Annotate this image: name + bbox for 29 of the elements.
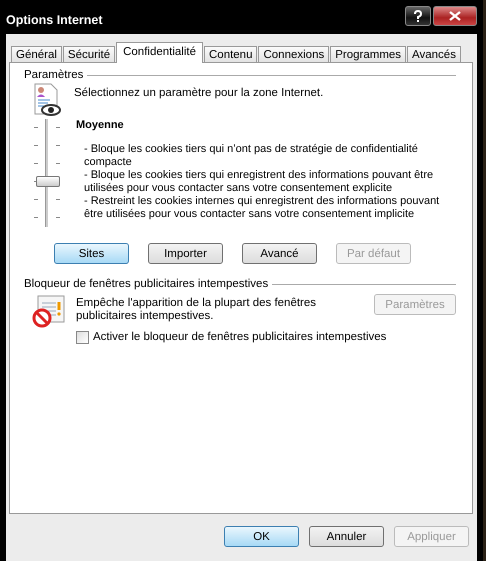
- tab[interactable]: Sécurité: [62, 46, 116, 63]
- group-title: Bloqueur de fenêtres publicitaires intempestives: [24, 278, 268, 290]
- dialog-button[interactable]: Avancé: [242, 243, 317, 264]
- instruction-text: Sélectionnez un paramètre pour la zone Internet.: [74, 86, 324, 100]
- help-icon[interactable]: [405, 6, 431, 26]
- popup-description: Empêche l'apparition de la plupart des fenêtres publicitaires intempestives.: [76, 297, 316, 323]
- level-name: Moyenne: [76, 119, 125, 131]
- level-description: - Bloque les cookies tiers qui n’ont pas de stratégie de confidentialité compacte: [83, 143, 419, 169]
- checkbox[interactable]: [76, 331, 89, 344]
- tab[interactable]: Connexions: [258, 46, 330, 63]
- slider-thumb[interactable]: [36, 176, 60, 187]
- tab[interactable]: Confidentialité: [116, 42, 203, 63]
- tab[interactable]: Programmes: [330, 46, 406, 63]
- privacy-document-icon: [32, 83, 62, 117]
- level-description: - Restreint les cookies internes qui enregistrent des informations pouvant être utilisées pour vous contacter sans votre consentement implicite: [83, 195, 440, 221]
- dialog-button[interactable]: Annuler: [309, 526, 384, 547]
- tab[interactable]: Contenu: [204, 46, 258, 63]
- close-icon[interactable]: [433, 6, 477, 26]
- dialog-button[interactable]: Sites: [54, 243, 129, 264]
- dialog-button[interactable]: OK: [224, 526, 299, 547]
- level-description: - Bloque les cookies tiers qui enregistrent des informations pouvant être utilisées pour vous contacter sans votre consentement explicite: [83, 169, 434, 195]
- group-title: Paramètres: [24, 69, 84, 81]
- checkbox-label[interactable]: Activer le bloqueur de fenêtres publicitaires intempestives: [93, 331, 386, 344]
- tab[interactable]: Général: [11, 46, 62, 63]
- dialog-button[interactable]: Importer: [148, 243, 223, 264]
- tab[interactable]: Avancés: [407, 46, 461, 63]
- window-title: Options Internet: [6, 13, 103, 27]
- privacy-slider[interactable]: [32, 119, 62, 227]
- blocked-window-icon: [32, 294, 66, 328]
